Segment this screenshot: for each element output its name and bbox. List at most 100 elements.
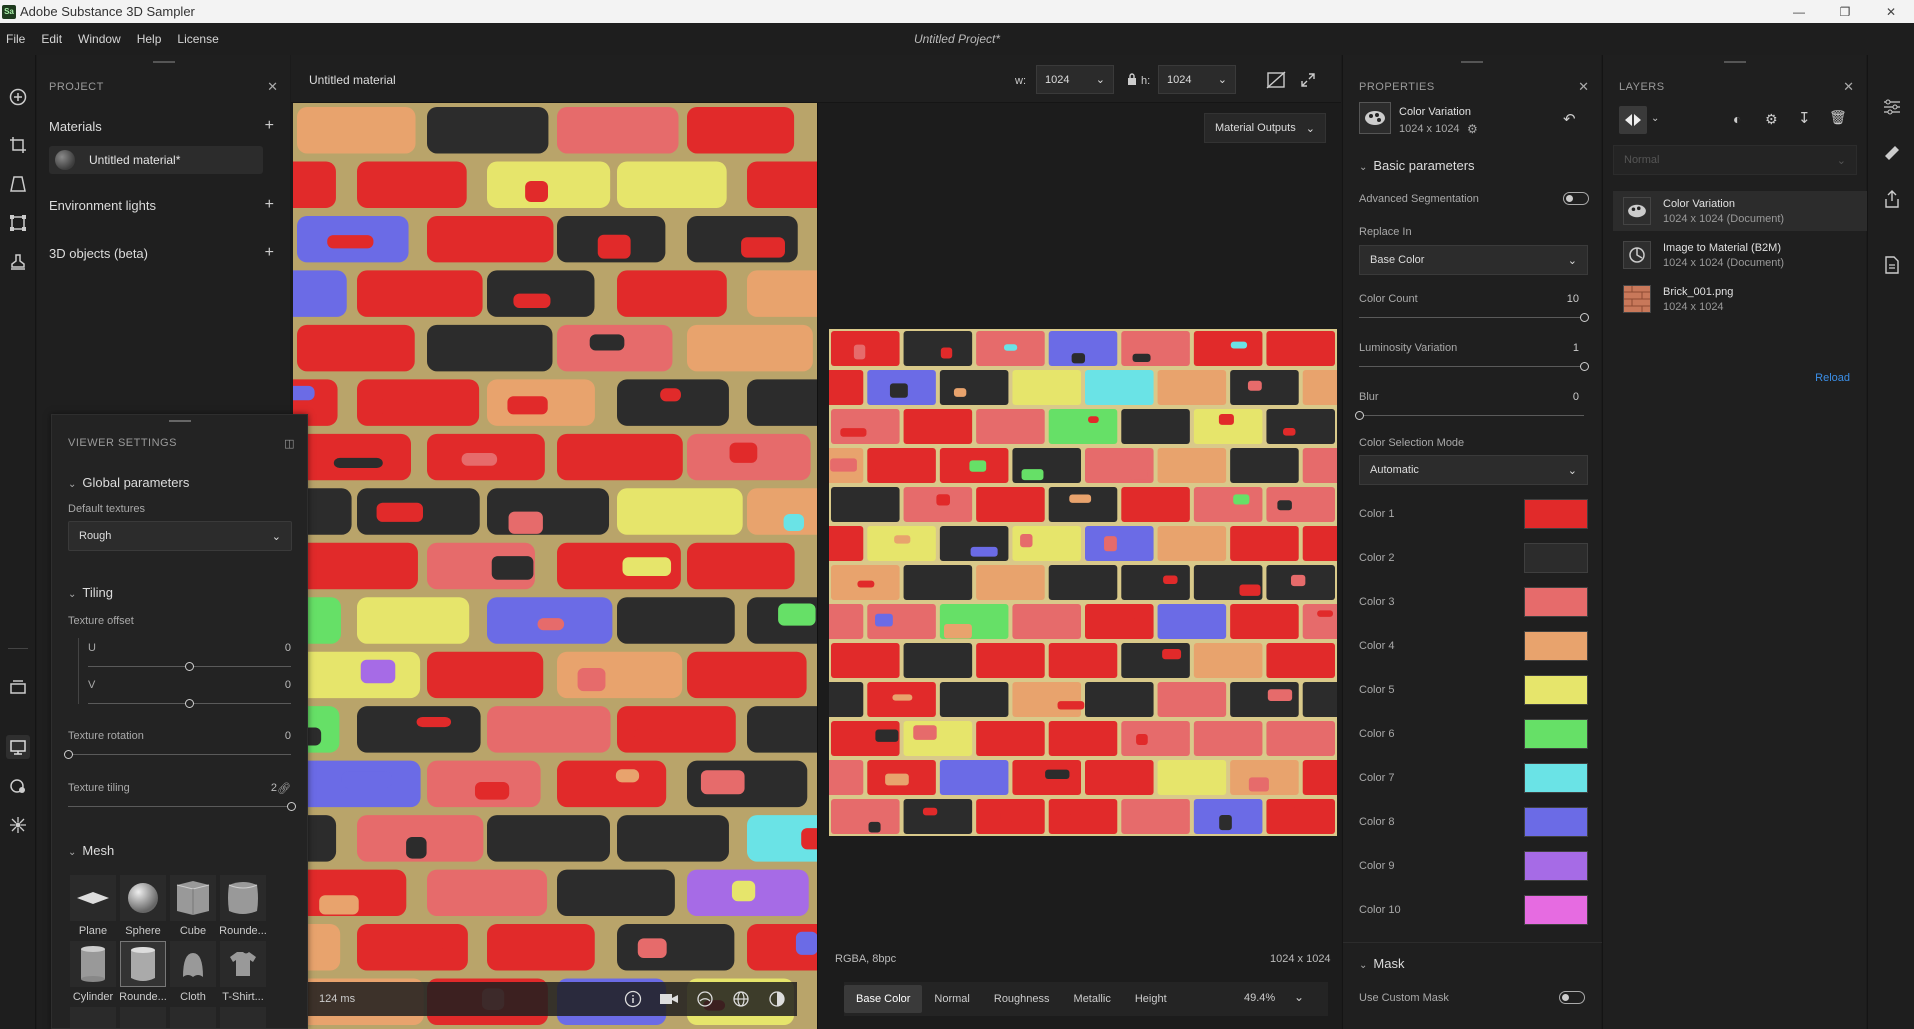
toggle-2d-icon[interactable] <box>1265 69 1287 91</box>
lum-var-value[interactable]: 1 <box>1573 342 1579 354</box>
document-icon[interactable] <box>1880 253 1904 277</box>
color-swatch[interactable] <box>1524 763 1588 793</box>
color-swatch[interactable] <box>1524 499 1588 529</box>
color-count-slider-track[interactable] <box>1359 317 1584 318</box>
mesh-cloth[interactable]: Cloth <box>168 941 218 1003</box>
maximize-button[interactable]: ❐ <box>1822 0 1868 23</box>
tiling-section[interactable]: ⌄ Tiling <box>68 585 113 600</box>
mesh-cube[interactable]: Cube <box>168 875 218 937</box>
network-icon[interactable] <box>6 813 30 837</box>
measure-icon[interactable] <box>1880 141 1904 165</box>
link-icon[interactable]: 🔗︎ <box>277 782 291 795</box>
env-lights-section[interactable]: Environment lights + <box>49 196 274 214</box>
close-window-button[interactable]: ✕ <box>1868 0 1914 23</box>
gear-icon[interactable]: ⚙ <box>1467 122 1478 136</box>
dock-panel-icon[interactable]: ◫ <box>284 437 295 450</box>
blur-slider-knob[interactable] <box>1354 411 1364 420</box>
height-select[interactable]: 1024 ⌄ <box>1158 65 1236 94</box>
expand-icon[interactable] <box>1297 69 1319 91</box>
material-outputs-dropdown[interactable]: Material Outputs ⌄ <box>1204 113 1326 143</box>
reset-icon[interactable]: ↶ <box>1563 110 1576 128</box>
rotation-slider-track[interactable] <box>68 754 291 755</box>
adjustments-icon[interactable] <box>1880 95 1904 119</box>
menu-file[interactable]: File <box>0 32 33 46</box>
viewer-settings-icon[interactable] <box>6 735 30 759</box>
channel-base-color[interactable]: Base Color <box>844 985 923 1013</box>
rotation-slider-knob[interactable] <box>63 750 73 759</box>
stamp-icon[interactable] <box>6 250 30 274</box>
chevron-down-icon[interactable]: ⌄ <box>1294 990 1304 1004</box>
close-icon[interactable]: ✕ <box>267 79 278 95</box>
shading-icon[interactable] <box>767 989 787 1009</box>
transform-icon[interactable] <box>6 211 30 235</box>
color-swatch[interactable] <box>1524 851 1588 881</box>
channel-roughness[interactable]: Roughness <box>982 985 1062 1013</box>
compare-icon[interactable] <box>1619 106 1647 134</box>
viewport-3d[interactable] <box>293 103 817 1029</box>
custom-mask-toggle[interactable] <box>1559 991 1585 1004</box>
mesh-section[interactable]: ⌄ Mesh <box>68 843 114 858</box>
environment-icon[interactable] <box>695 989 715 1009</box>
width-select[interactable]: 1024 ⌄ <box>1036 65 1114 94</box>
mesh-plane[interactable]: Plane <box>68 875 118 937</box>
layer-item[interactable]: Brick_001.png 1024 x 1024 <box>1613 279 1867 319</box>
tiling-slider-knob[interactable] <box>286 802 296 811</box>
render-settings-icon[interactable] <box>6 774 30 798</box>
mask-icon[interactable]: ◐ <box>1733 111 1741 127</box>
mesh-rounded-cylinder[interactable]: Rounde... <box>118 941 168 1003</box>
color-swatch[interactable] <box>1524 631 1588 661</box>
channel-height[interactable]: Height <box>1123 985 1179 1013</box>
panel-grip[interactable] <box>1461 61 1483 63</box>
export-icon[interactable]: ↧ <box>1798 109 1811 127</box>
materials-section[interactable]: Materials + <box>49 117 274 135</box>
tiling-slider-track[interactable] <box>68 806 291 807</box>
global-params-section[interactable]: ⌄ Global parameters <box>68 475 189 490</box>
lum-var-slider-track[interactable] <box>1359 366 1584 367</box>
v-value[interactable]: 0 <box>285 679 291 691</box>
mesh-sphere[interactable]: Sphere <box>118 875 168 937</box>
mesh-cylinder[interactable]: Cylinder <box>68 941 118 1003</box>
layers-stack-icon[interactable] <box>6 675 30 699</box>
u-value[interactable]: 0 <box>285 642 291 654</box>
layer-item[interactable]: Image to Material (B2M) 1024 x 1024 (Docu… <box>1613 235 1867 275</box>
color-swatch[interactable] <box>1524 543 1588 573</box>
color-swatch[interactable] <box>1524 587 1588 617</box>
crop-icon[interactable] <box>6 133 30 157</box>
color-swatch[interactable] <box>1524 895 1588 925</box>
basic-params-section[interactable]: ⌄ Basic parameters <box>1359 158 1475 173</box>
rotation-value[interactable]: 0 <box>285 730 291 742</box>
lum-var-slider-knob[interactable] <box>1579 362 1589 371</box>
channel-normal[interactable]: Normal <box>922 985 981 1013</box>
layer-item[interactable]: Color Variation 1024 x 1024 (Document) <box>1613 191 1867 231</box>
menu-license[interactable]: License <box>169 32 226 46</box>
texture-preview-2d[interactable] <box>758 329 1444 836</box>
color-count-slider-knob[interactable] <box>1579 313 1589 322</box>
panel-grip[interactable] <box>168 420 191 422</box>
mesh-more-3[interactable] <box>168 1007 218 1028</box>
globe-icon[interactable] <box>731 989 751 1009</box>
adv-seg-toggle[interactable] <box>1563 192 1589 205</box>
perspective-icon[interactable] <box>6 172 30 196</box>
mesh-tshirt[interactable]: T-Shirt... <box>218 941 268 1003</box>
objects-section[interactable]: 3D objects (beta) + <box>49 244 274 262</box>
blur-value[interactable]: 0 <box>1573 391 1579 403</box>
csm-select[interactable]: Automatic ⌄ <box>1359 455 1588 485</box>
menu-help[interactable]: Help <box>129 32 170 46</box>
color-swatch[interactable] <box>1524 807 1588 837</box>
mesh-rounded-cube[interactable]: Rounde... <box>218 875 268 937</box>
lock-icon[interactable] <box>1121 68 1143 90</box>
mesh-more-4[interactable] <box>218 1007 268 1028</box>
share-icon[interactable] <box>1880 187 1904 211</box>
info-icon[interactable] <box>623 989 643 1009</box>
channel-metallic[interactable]: Metallic <box>1062 985 1123 1013</box>
mesh-more-1[interactable] <box>68 1007 118 1028</box>
color-count-value[interactable]: 10 <box>1567 293 1579 305</box>
default-textures-select[interactable]: Rough ⌄ <box>68 521 292 551</box>
close-icon[interactable]: ✕ <box>1578 79 1589 95</box>
reload-link[interactable]: Reload <box>1815 372 1850 384</box>
material-item[interactable]: Untitled material* <box>49 146 263 174</box>
mask-section[interactable]: ⌄ Mask <box>1359 956 1404 971</box>
zoom-level[interactable]: 49.4% <box>1244 992 1275 1004</box>
blur-slider-track[interactable] <box>1359 415 1584 416</box>
color-swatch[interactable] <box>1524 719 1588 749</box>
